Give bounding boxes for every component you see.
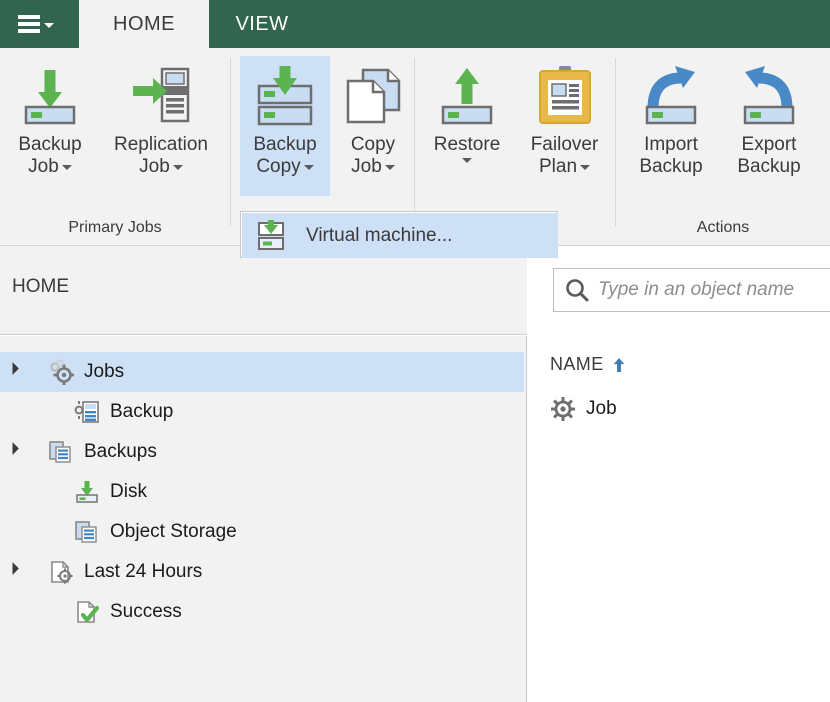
chevron-down-icon[interactable] — [303, 164, 314, 170]
ribbon-separator — [615, 58, 616, 226]
import-backup-label-line2: Backup — [639, 156, 703, 178]
failover-plan-icon — [533, 64, 597, 128]
sidebar-item-label: Object Storage — [110, 521, 237, 542]
backup-copy-label-line2: Copy — [240, 156, 330, 178]
copy-job-button[interactable]: Copy Job — [332, 56, 414, 208]
menu-item-virtual-machine[interactable]: Virtual machine... — [242, 213, 558, 258]
list-item-label: Job — [586, 398, 617, 419]
backup-job-button[interactable]: Backup Job — [4, 56, 96, 208]
ribbon-separator — [414, 58, 415, 226]
copy-job-icon — [341, 64, 405, 128]
export-backup-icon — [737, 64, 801, 128]
copy-job-label-line1: Copy — [350, 134, 396, 155]
job-gear-icon — [550, 396, 576, 422]
tab-view-label: VIEW — [235, 12, 289, 35]
hamburger-bar — [18, 29, 40, 33]
tab-home-label: HOME — [113, 12, 175, 35]
object-list-panel: Type in an object name NAME Job — [528, 246, 830, 702]
hamburger-icon[interactable] — [10, 13, 54, 36]
hamburger-bar — [18, 22, 40, 26]
sidebar-item-label: Success — [110, 601, 182, 622]
failover-plan-button[interactable]: Failover Plan — [514, 56, 615, 208]
backup-job-label-line1: Backup — [18, 134, 82, 155]
import-backup-button[interactable]: Import Backup — [623, 56, 719, 208]
replication-job-button[interactable]: Replication Job — [100, 56, 222, 208]
ribbon-group-primary-jobs: Backup Job Replication Job Primary Jobs — [0, 48, 230, 245]
backups-icon — [48, 439, 74, 465]
failover-plan-label-line1: Failover — [530, 134, 599, 155]
ribbon-group-label-primary-jobs: Primary Jobs — [68, 219, 162, 236]
chevron-down-icon[interactable] — [580, 164, 591, 170]
sidebar-item-label: Backup — [110, 401, 174, 422]
ribbon-separator — [230, 58, 231, 226]
copy-job-label-line2: Job — [332, 156, 414, 178]
tab-home[interactable]: HOME — [79, 0, 209, 48]
search-placeholder: Type in an object name — [598, 279, 795, 300]
export-backup-label-line1: Export — [741, 134, 797, 155]
backup-job-icon — [18, 64, 82, 128]
chevron-down-icon[interactable] — [462, 158, 472, 164]
virtual-machine-backup-icon — [254, 219, 288, 253]
expander-open-icon[interactable] — [6, 562, 19, 575]
failover-plan-label-line2: Plan — [514, 156, 615, 178]
replication-job-label-line1: Replication — [114, 134, 208, 155]
title-tab-bar: HOME VIEW — [0, 0, 830, 48]
expander-open-icon[interactable] — [6, 442, 19, 455]
sidebar-item-label: Disk — [110, 481, 147, 502]
import-backup-icon — [639, 64, 703, 128]
sidebar-item-label: Backups — [84, 441, 157, 462]
backup-copy-dropdown-menu: Virtual machine... — [240, 211, 558, 258]
backup-job-tree-icon — [74, 399, 100, 425]
export-backup-label-line2: Backup — [737, 156, 801, 178]
success-icon — [74, 599, 100, 625]
sidebar-item-backups[interactable]: Backups — [0, 432, 524, 472]
sidebar-item-label: Jobs — [84, 361, 125, 382]
sidebar-item-success[interactable]: Success — [0, 592, 524, 632]
backup-job-label-line2: Job — [4, 156, 96, 178]
chevron-down-icon[interactable] — [172, 164, 183, 170]
expander-open-icon[interactable] — [6, 362, 19, 375]
sidebar-item-disk[interactable]: Disk — [0, 472, 524, 512]
restore-button[interactable]: Restore — [422, 56, 512, 208]
backup-copy-button[interactable]: Backup Copy — [240, 56, 330, 196]
jobs-gear-icon — [48, 359, 74, 385]
restore-icon — [435, 64, 499, 128]
breadcrumb-bar: HOME — [0, 246, 527, 335]
backup-copy-label-line1: Backup — [253, 134, 317, 155]
column-header-name[interactable]: NAME — [550, 354, 626, 375]
sidebar-item-last-24-hours[interactable]: Last 24 Hours — [0, 552, 524, 592]
breadcrumb[interactable]: HOME — [12, 276, 69, 298]
sidebar-item-jobs[interactable]: Jobs — [0, 352, 524, 392]
last-24-hours-icon — [48, 559, 74, 585]
ribbon-group-actions: Import Backup Export Backup Actions — [623, 48, 823, 245]
sidebar-item-backup[interactable]: Backup — [0, 392, 524, 432]
navigation-tree: Jobs Backup Backups Disk Object Storage … — [0, 336, 527, 702]
replication-job-icon — [129, 64, 193, 128]
object-storage-icon — [74, 519, 100, 545]
search-input[interactable]: Type in an object name — [553, 268, 830, 312]
list-item[interactable]: Job — [550, 396, 617, 422]
backup-copy-icon — [253, 64, 317, 128]
chevron-down-icon[interactable] — [61, 164, 72, 170]
column-header-label: NAME — [550, 354, 604, 374]
export-backup-button[interactable]: Export Backup — [721, 56, 817, 208]
tab-view[interactable]: VIEW — [209, 0, 315, 48]
search-icon — [564, 277, 590, 303]
sidebar-item-label: Last 24 Hours — [84, 561, 203, 582]
sidebar-item-object-storage[interactable]: Object Storage — [0, 512, 524, 552]
hamburger-bar — [18, 15, 40, 19]
restore-label-line1: Restore — [433, 134, 501, 155]
chevron-down-icon[interactable] — [384, 164, 395, 170]
import-backup-label-line1: Import — [644, 134, 698, 155]
replication-job-label-line2: Job — [100, 156, 222, 178]
disk-backup-icon — [74, 479, 100, 505]
chevron-down-icon — [44, 23, 54, 28]
menu-item-label: Virtual machine... — [306, 224, 453, 246]
veeam-console-window: HOME VIEW Backup Job Replication Job Pri… — [0, 0, 830, 702]
ribbon-group-label-actions: Actions — [696, 219, 750, 236]
sort-ascending-arrow-icon — [612, 357, 626, 373]
